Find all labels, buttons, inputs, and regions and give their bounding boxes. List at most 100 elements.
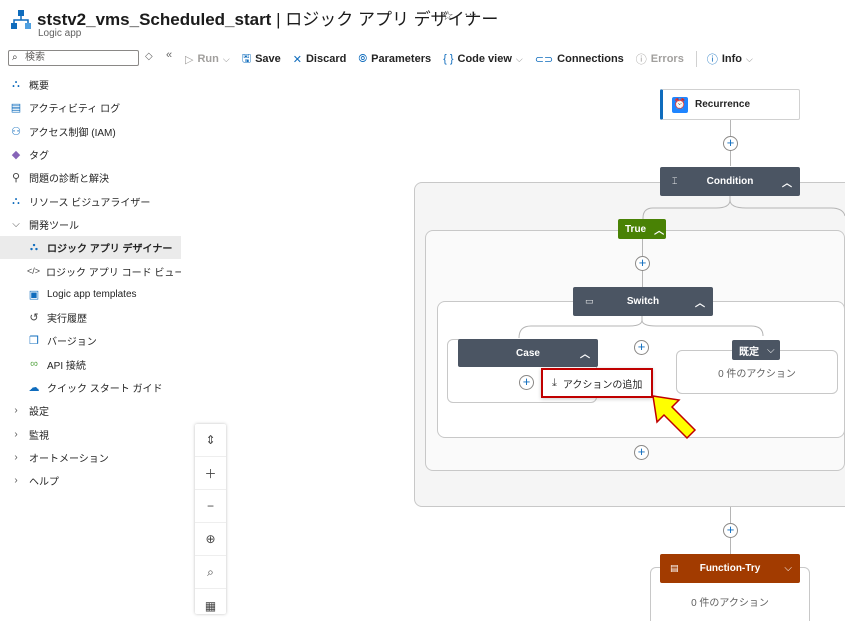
sidebar-item-versions[interactable]: ❐ バージョン	[0, 329, 181, 352]
toolbar-divider	[695, 51, 697, 67]
add-step-plus-icon[interactable]: +	[634, 340, 649, 355]
parameters-button[interactable]: ⦾ Parameters	[358, 53, 431, 66]
switch-icon: ▭	[585, 296, 594, 306]
connector-line	[518, 316, 764, 339]
sidebar-group-settings[interactable]: › 設定	[0, 399, 181, 422]
api-connection-icon: ∞	[30, 358, 38, 371]
center-icon[interactable]: ⊕	[195, 523, 226, 556]
quickstart-icon: ☁	[28, 382, 40, 394]
canvas-controls: ⇕ ＋ − ⊕ ⌕ ▦	[195, 424, 226, 614]
discard-button[interactable]: ✕ Discard	[293, 53, 347, 66]
default-card[interactable]: 既定 ⌵	[732, 340, 780, 360]
add-step-plus-icon[interactable]: +	[634, 445, 649, 460]
collapse-sidebar-icon[interactable]: «	[166, 49, 172, 61]
switch-card[interactable]: ▭ Switch ︿	[573, 287, 713, 316]
expand-icon[interactable]: ⌵	[784, 563, 792, 574]
add-step-plus-icon[interactable]: +	[723, 523, 738, 538]
sidebar-item-quickstart[interactable]: ☁ クイック スタート ガイド	[0, 376, 181, 399]
save-button[interactable]: 🖫 Save	[242, 50, 281, 69]
chevron-down-icon: ⌵	[515, 53, 523, 64]
collapse-icon[interactable]: ︿	[654, 222, 664, 237]
error-icon: ⓘ	[635, 54, 647, 66]
sidebar-group-help[interactable]: › ヘルプ	[0, 469, 181, 492]
sidebar-group-dev-tools[interactable]: ⌵ 開発ツール	[0, 213, 181, 236]
sidebar-item-code-view[interactable]: </> ロジック アプリ コード ビュー	[0, 259, 184, 282]
condition-icon: ⌶	[672, 176, 678, 186]
connections-button[interactable]: ⊂⊃ Connections	[535, 53, 624, 66]
iam-icon: ⚇	[11, 125, 21, 138]
true-branch-label[interactable]: True ︿	[618, 219, 666, 239]
search-input[interactable]: ⌕ 検索	[8, 50, 139, 66]
fit-view-icon[interactable]: ⇕	[195, 424, 226, 457]
recurrence-card[interactable]: ⏰ Recurrence	[660, 89, 800, 120]
sidebar: ⌕ 検索 ◇ « ⛬ 概要 ▤ アクティビティ ログ ⚇ アクセス制御 (IAM) ◆…	[0, 44, 184, 621]
code-view-button[interactable]: { } Code view ⌵	[443, 53, 523, 65]
expand-collapse-icon[interactable]: ◇	[145, 51, 153, 62]
sidebar-item-designer[interactable]: ⛬ ロジック アプリ デザイナー	[0, 236, 181, 260]
tag-icon: ◆	[11, 149, 21, 162]
sidebar-item-diagnose[interactable]: ⚲ 問題の診断と解決	[0, 166, 181, 189]
run-button[interactable]: ▷ Run ⌵	[185, 53, 230, 66]
templates-icon: ▣	[28, 288, 40, 301]
chevron-down-icon: ⌵	[12, 218, 20, 230]
history-icon: ↺	[29, 312, 39, 325]
collapse-icon[interactable]: ︿	[782, 174, 792, 189]
visualizer-icon: ⛬	[12, 194, 20, 207]
braces-icon: { }	[443, 53, 454, 65]
expand-icon[interactable]: ⌵	[767, 345, 775, 356]
add-action-icon: ⤓	[552, 376, 557, 389]
minimap-icon[interactable]: ▦	[195, 589, 226, 621]
sidebar-item-iam[interactable]: ⚇ アクセス制御 (IAM)	[0, 120, 181, 143]
zoom-in-icon[interactable]: ＋	[195, 457, 226, 490]
page-subtitle: Logic app	[38, 28, 82, 39]
add-step-plus-icon[interactable]: +	[723, 136, 738, 151]
sidebar-item-tags[interactable]: ◆ タグ	[0, 143, 181, 166]
add-step-plus-icon[interactable]: +	[635, 256, 650, 271]
sidebar-item-resource-visualizer[interactable]: ⛬ リソース ビジュアライザー	[0, 189, 181, 212]
search-icon: ⌕	[12, 52, 18, 63]
play-icon: ▷	[185, 53, 194, 66]
scope-icon: ▤	[670, 563, 679, 573]
sidebar-group-automation[interactable]: › オートメーション	[0, 446, 181, 469]
code-icon: </>	[27, 266, 41, 277]
chevron-right-icon: ›	[14, 405, 18, 417]
wrench-icon: ⚲	[11, 172, 21, 185]
collapse-icon[interactable]: ︿	[695, 294, 705, 309]
add-action-menu-item[interactable]: ⤓ アクションの追加	[541, 368, 653, 398]
condition-card[interactable]: ⌶ Condition ︿	[660, 167, 800, 196]
clock-icon: ⏰	[672, 96, 688, 113]
designer-canvas[interactable]: ⏰ Recurrence + ⌶ Condition ︿ True ︿ + ▭ …	[181, 72, 845, 621]
save-icon: 🖫	[241, 52, 252, 65]
info-button[interactable]: ⓘ Info ⌵	[707, 51, 753, 67]
function-try-empty-label: 0 件のアクション	[691, 598, 769, 609]
sidebar-item-overview[interactable]: ⛬ 概要	[0, 73, 181, 96]
more-options-icon[interactable]: ···	[464, 6, 477, 21]
case-card[interactable]: Case ︿	[458, 339, 598, 367]
chevron-right-icon: ›	[14, 428, 18, 440]
callout-arrow-icon	[652, 395, 697, 440]
favorite-star-icon[interactable]: ☆	[442, 8, 454, 24]
sidebar-item-api-connections[interactable]: ∞ API 接続	[0, 353, 181, 376]
errors-button[interactable]: ⓘ Errors	[636, 51, 684, 67]
sidebar-item-templates[interactable]: ▣ Logic app templates	[0, 283, 181, 306]
versions-icon: ❐	[29, 335, 39, 348]
add-step-plus-icon[interactable]: +	[519, 375, 534, 390]
link-icon: ⊂⊃	[534, 53, 554, 66]
header: ststv2_vms_Scheduled_start | ロジック アプリ デザ…	[0, 0, 845, 44]
search-icon[interactable]: ⌕	[195, 556, 226, 589]
parameters-icon: ⦾	[358, 52, 368, 65]
chevron-right-icon: ›	[14, 475, 18, 487]
function-try-card[interactable]: ▤ Function-Try ⌵	[660, 554, 800, 583]
overview-icon: ⛬	[12, 78, 20, 91]
collapse-icon[interactable]: ︿	[580, 346, 590, 361]
chevron-right-icon: ›	[14, 451, 18, 463]
page-title: ststv2_vms_Scheduled_start | ロジック アプリ デザ…	[37, 10, 499, 29]
designer-toolbar: ▷ Run ⌵ 🖫 Save ✕ Discard ⦾ Parameters { …	[185, 48, 765, 70]
sidebar-group-monitoring[interactable]: › 監視	[0, 422, 181, 445]
designer-icon: ⛬	[30, 241, 38, 254]
info-icon: ⓘ	[706, 54, 718, 66]
zoom-out-icon[interactable]: −	[195, 490, 226, 523]
sidebar-item-run-history[interactable]: ↺ 実行履歴	[0, 306, 181, 329]
sidebar-item-activity-log[interactable]: ▤ アクティビティ ログ	[0, 96, 181, 119]
sidebar-nav: ⛬ 概要 ▤ アクティビティ ログ ⚇ アクセス制御 (IAM) ◆ タグ ⚲ 問題の診断…	[0, 73, 184, 492]
